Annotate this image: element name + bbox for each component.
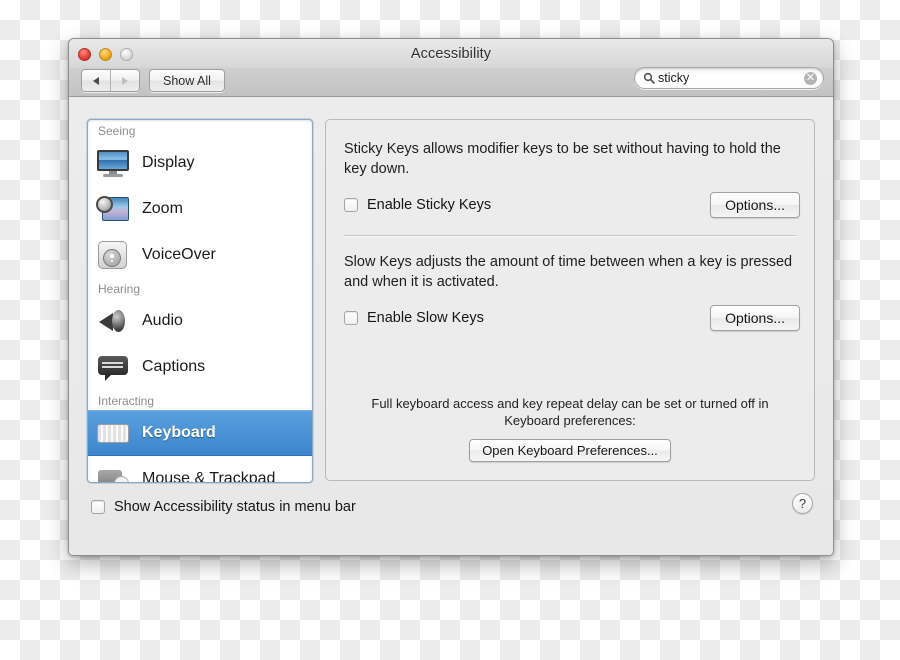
clear-search-icon[interactable]: ✕	[804, 71, 817, 85]
accessibility-feature-list[interactable]: Seeing Display Zoom VoiceOver Hearing Au…	[87, 119, 313, 483]
sidebar-item-captions[interactable]: Captions	[88, 344, 312, 390]
sidebar-group-interacting: Interacting	[98, 394, 155, 408]
audio-icon	[96, 306, 130, 336]
open-keyboard-preferences-button[interactable]: Open Keyboard Preferences...	[469, 439, 671, 462]
sidebar-item-audio[interactable]: Audio	[88, 298, 312, 344]
sidebar-item-label: VoiceOver	[142, 246, 216, 263]
sidebar-item-label: Mouse & Trackpad	[142, 470, 276, 483]
keyboard-preferences-note-area: Full keyboard access and key repeat dela…	[326, 395, 814, 462]
sidebar-group-seeing: Seeing	[98, 124, 136, 138]
enable-sticky-keys-checkbox[interactable]	[344, 198, 358, 213]
sidebar-item-display[interactable]: Display	[88, 140, 312, 186]
sidebar-item-label: Captions	[142, 358, 206, 375]
sidebar-group-hearing: Hearing	[98, 282, 141, 296]
sticky-keys-row: Enable Sticky Keys Options...	[326, 192, 814, 219]
show-all-button[interactable]: Show All	[149, 69, 225, 92]
back-button[interactable]	[82, 70, 110, 91]
status-checkbox-row: Show Accessibility status in menu bar	[91, 499, 356, 515]
window-footer: Show Accessibility status in menu bar ?	[69, 485, 833, 555]
slow-keys-options-button[interactable]: Options...	[710, 305, 800, 332]
display-icon	[96, 148, 130, 178]
slow-keys-description: Slow Keys adjusts the amount of time bet…	[344, 254, 793, 290]
sidebar-item-keyboard[interactable]: Keyboard	[88, 410, 312, 456]
sidebar-item-zoom[interactable]: Zoom	[88, 186, 312, 232]
search-field[interactable]: sticky ✕	[634, 67, 824, 89]
sidebar-item-label: Zoom	[142, 200, 183, 217]
navigation-segmented-control	[81, 69, 140, 92]
accessibility-window: Accessibility Show All sticky ✕ Seeing D…	[68, 38, 834, 556]
back-arrow-icon	[93, 76, 99, 85]
sidebar-item-label: Audio	[142, 312, 183, 329]
captions-icon	[96, 352, 130, 382]
enable-sticky-keys-label[interactable]: Enable Sticky Keys	[367, 197, 491, 213]
sidebar-item-voiceover[interactable]: VoiceOver	[88, 232, 312, 278]
zoom-icon	[96, 194, 130, 224]
sticky-keys-description: Sticky Keys allows modifier keys to be s…	[344, 141, 781, 177]
sticky-keys-options-button[interactable]: Options...	[710, 192, 800, 219]
keyboard-preferences-note: Full keyboard access and key repeat dela…	[371, 395, 769, 429]
keyboard-icon	[96, 418, 130, 448]
forward-button[interactable]	[110, 70, 139, 91]
window-body: Seeing Display Zoom VoiceOver Hearing Au…	[69, 97, 833, 555]
mouse-icon	[96, 464, 130, 482]
keyboard-settings-panel: Sticky Keys allows modifier keys to be s…	[325, 119, 815, 481]
sidebar-item-mouse-trackpad[interactable]: Mouse & Trackpad	[88, 456, 312, 483]
window-titlebar: Accessibility Show All sticky ✕	[69, 39, 833, 97]
show-accessibility-status-checkbox[interactable]	[91, 500, 105, 514]
enable-slow-keys-checkbox[interactable]	[344, 311, 358, 326]
enable-slow-keys-label[interactable]: Enable Slow Keys	[367, 310, 484, 326]
voiceover-icon	[96, 240, 130, 270]
forward-arrow-icon	[122, 76, 128, 85]
show-accessibility-status-label[interactable]: Show Accessibility status in menu bar	[114, 499, 356, 515]
sidebar-item-label: Keyboard	[142, 424, 216, 441]
slow-keys-row: Enable Slow Keys Options...	[326, 305, 814, 332]
search-input[interactable]: sticky	[658, 71, 804, 85]
sidebar-item-label: Display	[142, 154, 195, 171]
help-button[interactable]: ?	[792, 493, 813, 514]
search-icon	[643, 72, 655, 84]
window-title: Accessibility	[410, 46, 492, 62]
